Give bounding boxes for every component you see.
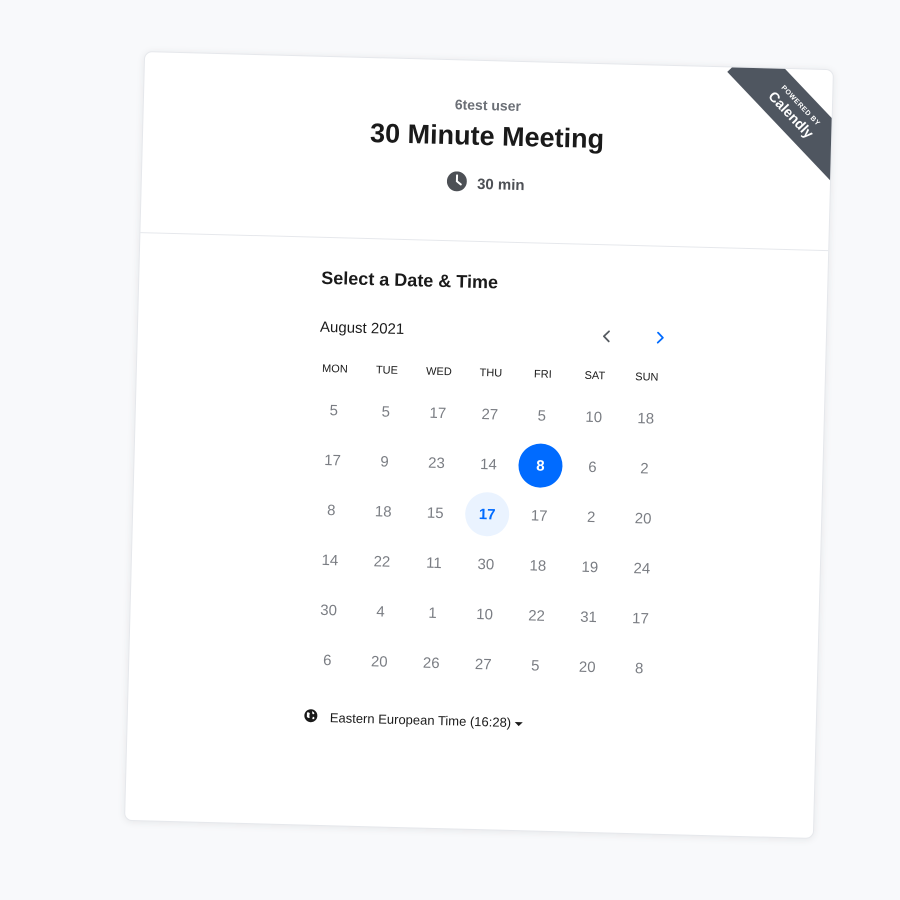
weekday-thu: THU: [479, 366, 503, 380]
calendar-day: 10: [585, 408, 603, 426]
calendar-day: 24: [633, 559, 651, 578]
weekday-mon: MON: [321, 362, 348, 376]
event-duration: 30 min: [142, 163, 830, 205]
section-title: Select a Date & Time: [321, 267, 499, 293]
calendar-day: 5: [381, 402, 391, 421]
calendar-day: 22: [373, 552, 391, 571]
caret-down-icon: [515, 721, 524, 726]
calendar-day: 8: [326, 501, 336, 519]
timezone-label: Eastern European Time (16:28): [330, 710, 524, 730]
calendar-day: 5: [530, 656, 540, 675]
previous-month-button[interactable]: [595, 326, 620, 351]
calendar-day: 20: [370, 652, 388, 671]
calendar-grid: 5 5 17 27 5 10 18 17 9 23 14 8 6 2 8 18 …: [301, 385, 825, 698]
calendar-day: 5: [537, 407, 547, 425]
calendar-day: 18: [529, 556, 547, 575]
calendar-day: 15: [426, 504, 444, 522]
calendar-day: 14: [479, 455, 498, 473]
month-label: August 2021: [319, 318, 405, 339]
calendar-day: 10: [476, 605, 494, 623]
calendar-day: 6: [588, 458, 597, 476]
calendar-day: 31: [579, 608, 598, 626]
calendar-day: 30: [320, 601, 338, 619]
calendar-day: 9: [380, 452, 389, 471]
calendar-day: 1: [428, 604, 437, 622]
weekday-header: MON TUE WED THU FRI SAT SUN: [309, 363, 825, 389]
calendar-day: 18: [374, 502, 392, 521]
calendar-day: 27: [474, 655, 492, 673]
chevron-right-icon: [655, 330, 665, 349]
calendar-day: 17: [429, 404, 447, 422]
scheduler-body: Select a Date & Time August 2021 MON TUE…: [128, 233, 829, 739]
calendar-day: 14: [321, 551, 339, 569]
calendar-day: 27: [481, 405, 499, 423]
weekday-wed: WED: [425, 365, 452, 379]
calendar-day: 17: [631, 609, 650, 628]
calendar-day: 26: [422, 654, 440, 672]
calendar-day: 8: [634, 659, 644, 677]
event-header: 6test user 30 Minute Meeting 30 min: [140, 52, 833, 252]
weekday-fri: FRI: [533, 368, 552, 381]
calendar-day: 2: [586, 508, 596, 526]
weekday-sat: SAT: [584, 369, 606, 383]
calendar-day: 5: [329, 401, 339, 419]
clock-icon: [447, 171, 468, 196]
calendar-day: 22: [527, 606, 546, 625]
calendar-day: 19: [581, 558, 599, 576]
calendar-day: 23: [427, 454, 446, 472]
weekday-tue: TUE: [375, 364, 399, 377]
calendar-day: 17: [530, 506, 548, 525]
timezone-selector[interactable]: Eastern European Time (16:28): [304, 709, 816, 739]
calendar-day: 11: [425, 554, 442, 572]
calendar-day: 30: [477, 555, 495, 573]
event-title: 30 Minute Meeting: [369, 118, 605, 155]
chevron-left-icon: [602, 329, 612, 348]
calendar-day: 20: [634, 509, 652, 528]
calendar-day: 17: [323, 451, 342, 469]
calendar-day: 2: [640, 459, 649, 477]
available-day[interactable]: 17: [461, 489, 514, 540]
calendar-day: 4: [376, 602, 386, 621]
calendar-day: 18: [637, 409, 655, 428]
booking-card: POWERED BY Calendly 6test user 30 Minute…: [124, 51, 834, 839]
selected-day[interactable]: 8: [514, 440, 567, 491]
next-month-button[interactable]: [648, 327, 673, 352]
calendar-day: 6: [322, 651, 332, 669]
globe-icon: [304, 709, 318, 726]
month-navigation: August 2021: [320, 319, 681, 352]
duration-label: 30 min: [476, 175, 525, 194]
weekday-sun: SUN: [635, 371, 659, 384]
calendar-day: 20: [578, 658, 596, 676]
